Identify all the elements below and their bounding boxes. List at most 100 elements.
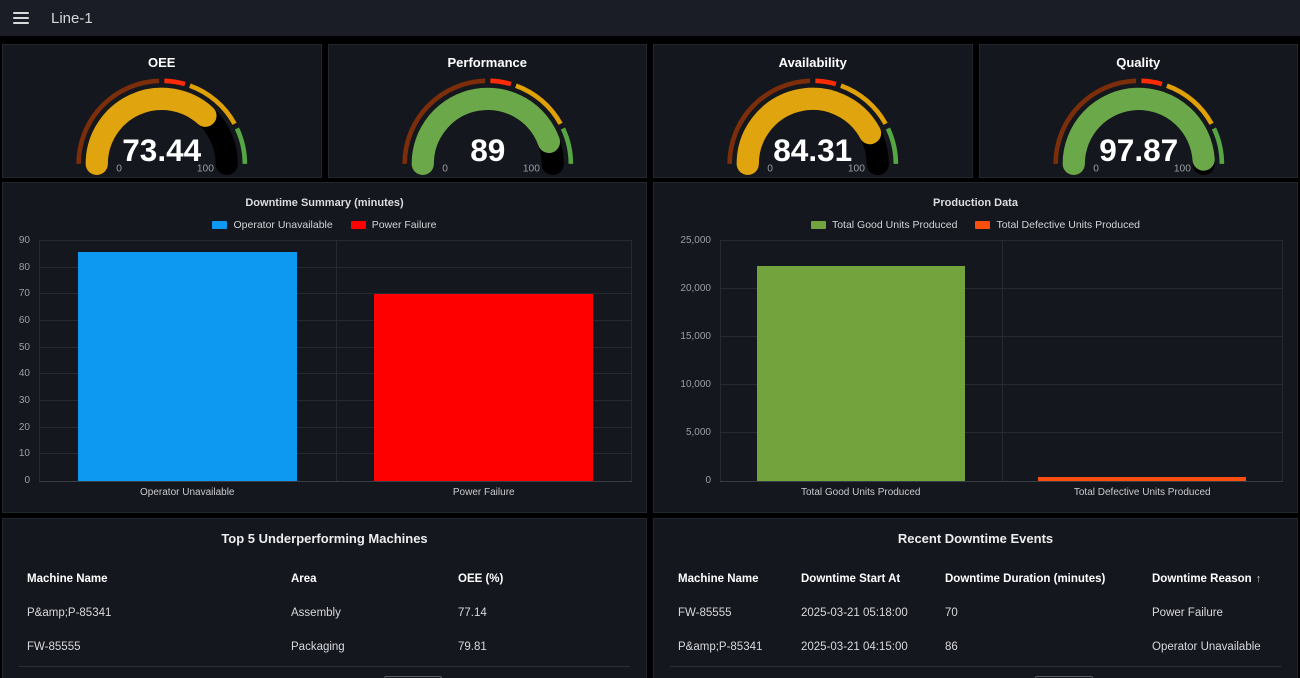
panel-title: OEE bbox=[3, 55, 321, 70]
column-header[interactable]: Area bbox=[291, 562, 458, 596]
recent-downtime-events-panel: Recent Downtime Events Machine Name Down… bbox=[653, 518, 1298, 678]
table-cell: 2025-03-21 05:18:00 bbox=[801, 596, 945, 630]
y-axis-tick-label: 5,000 bbox=[686, 427, 711, 438]
x-axis: Total Good Units ProducedTotal Defective… bbox=[720, 487, 1283, 503]
table-cell: Packaging bbox=[291, 630, 458, 664]
column-header[interactable]: Downtime Duration (minutes) bbox=[945, 562, 1152, 596]
gauge-threshold-ring bbox=[815, 81, 836, 84]
table-cell: P&amp;P-85341 bbox=[27, 596, 291, 630]
dashboard-title: Line-1 bbox=[51, 10, 93, 27]
gauge-row: OEE 73.440100 Performance 890100 Availab… bbox=[0, 44, 1300, 178]
performance-gauge-panel: Performance 89 0 100 bbox=[328, 44, 648, 178]
panel-title: Production Data bbox=[654, 197, 1297, 209]
column-header[interactable]: Machine Name bbox=[27, 562, 291, 596]
gauge-max-label: 100 bbox=[848, 163, 865, 174]
top5-machines-panel: Top 5 Underperforming Machines Machine N… bbox=[2, 518, 647, 678]
gauge-min-label: 0 bbox=[1093, 163, 1099, 174]
bar-total-good-units-produced[interactable] bbox=[757, 266, 965, 481]
column-header-sorted[interactable]: Downtime Reason↑ bbox=[1152, 562, 1273, 596]
oee-gauge: 73.440100 bbox=[3, 71, 321, 175]
legend-swatch bbox=[351, 221, 366, 229]
gauge-threshold-ring bbox=[1213, 128, 1221, 163]
table-row: Top 5 Underperforming Machines Machine N… bbox=[0, 518, 1300, 678]
gauge-value: 84.31 bbox=[773, 132, 852, 168]
gauge-value: 73.44 bbox=[122, 132, 201, 168]
quality-gauge: 97.870 100 bbox=[980, 71, 1298, 175]
table-cell: P&amp;P-85341 bbox=[678, 630, 801, 664]
legend-label: Total Good Units Produced bbox=[832, 219, 958, 231]
table-footer bbox=[19, 666, 630, 678]
availability-gauge: 84.310 100 bbox=[654, 71, 972, 175]
y-axis-tick-label: 60 bbox=[19, 315, 30, 326]
gauge-threshold-ring bbox=[1141, 81, 1162, 84]
legend-item[interactable]: Total Defective Units Produced bbox=[975, 219, 1140, 231]
gauge-threshold-ring bbox=[237, 128, 245, 163]
y-axis-tick-label: 15,000 bbox=[680, 331, 711, 342]
y-axis-tick-label: 10 bbox=[19, 448, 30, 459]
gauge-min-label: 0 bbox=[442, 163, 448, 174]
gauge-threshold-ring bbox=[164, 81, 185, 84]
gridline bbox=[720, 241, 721, 481]
x-axis-category-label: Operator Unavailable bbox=[39, 487, 336, 498]
y-axis-tick-label: 80 bbox=[19, 262, 30, 273]
column-header[interactable]: Machine Name bbox=[678, 562, 801, 596]
recent-downtime-events-table: Machine Name Downtime Start At Downtime … bbox=[654, 562, 1297, 664]
column-header[interactable]: Downtime Start At bbox=[801, 562, 945, 596]
oee-gauge-panel: OEE 73.440100 bbox=[2, 44, 322, 178]
legend-item[interactable]: Total Good Units Produced bbox=[811, 219, 958, 231]
gauge-max-label: 100 bbox=[1173, 163, 1190, 174]
hamburger-menu-icon[interactable] bbox=[9, 8, 33, 28]
x-axis-category-label: Total Good Units Produced bbox=[720, 487, 1002, 498]
gauge-threshold-ring bbox=[490, 81, 511, 84]
y-axis-tick-label: 0 bbox=[24, 475, 30, 486]
table-cell: Operator Unavailable bbox=[1152, 630, 1273, 664]
panel-title: Availability bbox=[654, 55, 972, 70]
x-axis: Operator UnavailablePower Failure bbox=[39, 487, 632, 503]
y-axis-tick-label: 10,000 bbox=[680, 379, 711, 390]
legend-item[interactable]: Operator Unavailable bbox=[212, 219, 332, 231]
table-footer bbox=[670, 666, 1281, 678]
legend-swatch bbox=[975, 221, 990, 229]
gauge-threshold-ring bbox=[888, 128, 896, 163]
gridline bbox=[336, 241, 337, 481]
y-axis-tick-label: 0 bbox=[705, 475, 711, 486]
y-axis-tick-label: 50 bbox=[19, 342, 30, 353]
y-axis-tick-label: 90 bbox=[19, 235, 30, 246]
y-axis-tick-label: 40 bbox=[19, 368, 30, 379]
panel-title: Top 5 Underperforming Machines bbox=[3, 531, 646, 546]
table-cell: 77.14 bbox=[458, 596, 622, 630]
chart-legend: Operator Unavailable Power Failure bbox=[3, 219, 646, 231]
table-cell: 79.81 bbox=[458, 630, 622, 664]
topbar: Line-1 bbox=[0, 0, 1300, 36]
table-cell: FW-85555 bbox=[678, 596, 801, 630]
legend-swatch bbox=[212, 221, 227, 229]
column-header[interactable]: OEE (%) bbox=[458, 562, 622, 596]
bar-power-failure[interactable] bbox=[374, 294, 593, 481]
gauge-value: 97.87 bbox=[1099, 132, 1178, 168]
y-axis-tick-label: 20,000 bbox=[680, 283, 711, 294]
chart-row: Downtime Summary (minutes) Operator Unav… bbox=[0, 182, 1300, 513]
gridline bbox=[1002, 241, 1003, 481]
y-axis-tick-label: 25,000 bbox=[680, 235, 711, 246]
gauge-min-label: 0 bbox=[767, 163, 773, 174]
table-cell: Power Failure bbox=[1152, 596, 1273, 630]
x-axis-category-label: Total Defective Units Produced bbox=[1002, 487, 1284, 498]
gauge-value: 89 bbox=[470, 132, 505, 168]
downtime-summary-chart: 0102030405060708090 Operator Unavailable… bbox=[3, 241, 632, 512]
sort-arrow-up-icon: ↑ bbox=[1256, 573, 1262, 585]
dashboard-grid: OEE 73.440100 Performance 890100 Availab… bbox=[0, 36, 1300, 678]
availability-gauge-panel: Availability 84.310 100 bbox=[653, 44, 973, 178]
bar-total-defective-units-produced[interactable] bbox=[1038, 477, 1246, 481]
gauge-max-label: 100 bbox=[522, 163, 539, 174]
downtime-summary-panel: Downtime Summary (minutes) Operator Unav… bbox=[2, 182, 647, 513]
production-data-chart: 05,00010,00015,00020,00025,000 Total Goo… bbox=[654, 241, 1283, 512]
panel-title: Recent Downtime Events bbox=[654, 531, 1297, 546]
legend-item[interactable]: Power Failure bbox=[351, 219, 437, 231]
y-axis-tick-label: 30 bbox=[19, 395, 30, 406]
panel-title: Downtime Summary (minutes) bbox=[3, 197, 646, 209]
gauge-min-label: 0 bbox=[116, 163, 122, 174]
bar-operator-unavailable[interactable] bbox=[78, 252, 297, 481]
legend-label: Power Failure bbox=[372, 219, 437, 231]
table-cell: 70 bbox=[945, 596, 1152, 630]
panel-title: Performance bbox=[329, 55, 647, 70]
